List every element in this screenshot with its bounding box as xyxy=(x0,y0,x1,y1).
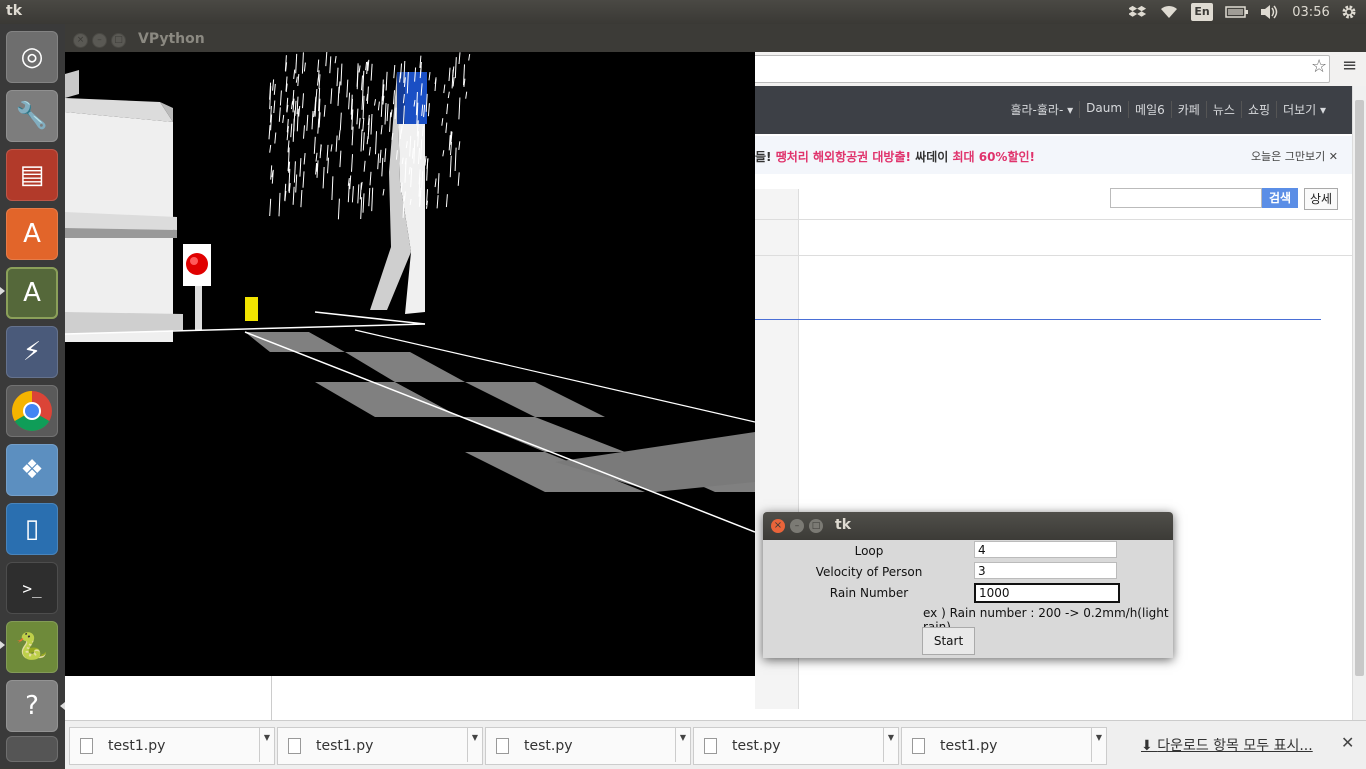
battery-icon[interactable] xyxy=(1224,3,1250,21)
file-icon xyxy=(912,738,925,754)
building-shape xyxy=(65,70,183,342)
detail-search-button[interactable]: 상세 xyxy=(1304,188,1338,210)
file-icon xyxy=(288,738,301,754)
vpython-3d-canvas[interactable] xyxy=(65,52,755,676)
daum-nav-more[interactable]: 더보기 ▾ xyxy=(1276,101,1332,118)
ad-close-button[interactable]: 오늘은 그만보기 ✕ xyxy=(1251,148,1338,164)
file-icon xyxy=(496,738,509,754)
text-editor-icon[interactable]: ▯ xyxy=(6,503,58,555)
bookmark-star-icon[interactable]: ☆ xyxy=(1311,56,1327,77)
download-bar-close-button[interactable]: ✕ xyxy=(1341,733,1354,752)
divider xyxy=(755,319,1321,320)
download-filename: test1.py xyxy=(108,738,166,754)
maximize-icon[interactable]: □ xyxy=(809,519,823,533)
software-center-icon[interactable]: A xyxy=(6,208,58,260)
chevron-down-icon[interactable]: ▼ xyxy=(259,728,274,762)
ad-banner[interactable]: 들! 땡처리 해외항공권 대방출! 싸데이 최대 60%할인! 오늘은 그만보기… xyxy=(755,136,1352,174)
download-filename: test.py xyxy=(732,738,781,754)
download-item[interactable]: test.py ▼ xyxy=(485,727,691,765)
help-icon[interactable]: ? xyxy=(6,680,58,732)
download-item[interactable]: test1.py ▼ xyxy=(277,727,483,765)
download-item[interactable]: test.py ▼ xyxy=(693,727,899,765)
minimize-icon[interactable]: – xyxy=(92,33,107,48)
terminal-icon[interactable]: >_ xyxy=(6,562,58,614)
daum-nav: 훌라-훌라- ▾ Daum 메일6 카페 뉴스 쇼핑 더보기 ▾ xyxy=(1004,101,1332,118)
volume-icon[interactable] xyxy=(1258,3,1280,21)
start-button[interactable]: Start xyxy=(922,627,975,655)
minimize-icon[interactable]: – xyxy=(790,519,804,533)
daum-nav-mail[interactable]: 메일6 xyxy=(1128,101,1171,118)
remote-desktop-icon[interactable]: ⚡ xyxy=(6,326,58,378)
vpython-titlebar: × – □ VPython xyxy=(65,28,755,52)
system-settings-icon[interactable]: 🔧 xyxy=(6,90,58,142)
yellow-block xyxy=(245,297,258,321)
velocity-label: Velocity of Person xyxy=(815,565,923,579)
download-bar: test1.py ▼ test1.py ▼ test.py ▼ test.py … xyxy=(65,720,1366,769)
daum-nav-shopping[interactable]: 쇼핑 xyxy=(1240,101,1276,118)
close-icon[interactable]: × xyxy=(73,33,88,48)
gear-icon[interactable] xyxy=(1338,3,1360,21)
ad-text[interactable]: 들! 땡처리 해외항공권 대방출! 싸데이 최대 60%할인! xyxy=(755,148,1035,165)
rain-number-input[interactable]: 1000 xyxy=(974,583,1120,603)
chevron-down-icon[interactable]: ▼ xyxy=(675,728,690,762)
daum-header: 훌라-훌라- ▾ Daum 메일6 카페 뉴스 쇼핑 더보기 ▾ xyxy=(755,86,1352,134)
download-item[interactable]: test1.py ▼ xyxy=(901,727,1107,765)
vpython-title: VPython xyxy=(138,31,205,47)
top-panel: tk En 03:56 xyxy=(0,0,1366,24)
active-app-title: tk xyxy=(6,3,23,19)
dropbox-icon[interactable]: ❖ xyxy=(6,444,58,496)
page-left-column xyxy=(65,674,272,720)
maximize-icon[interactable]: □ xyxy=(111,33,126,48)
wifi-icon[interactable] xyxy=(1158,3,1180,21)
chevron-down-icon[interactable]: ▼ xyxy=(467,728,482,762)
clock[interactable]: 03:56 xyxy=(1290,3,1332,21)
vertical-scrollbar[interactable] xyxy=(1352,86,1366,720)
chevron-down-icon[interactable]: ▼ xyxy=(883,728,898,762)
daum-nav-cafe[interactable]: 카페 xyxy=(1170,101,1206,118)
launcher: ◎ 🔧 ▤ A A ⚡ ❖ ▯ >_ 🐍 ? xyxy=(0,24,66,768)
chevron-down-icon[interactable]: ▼ xyxy=(1091,728,1106,762)
tk-title: tk xyxy=(835,517,852,533)
daum-nav-daum[interactable]: Daum xyxy=(1079,101,1128,118)
search-input[interactable] xyxy=(1110,188,1262,208)
download-filename: test.py xyxy=(524,738,573,754)
ubuntu-dash-icon[interactable]: ◎ xyxy=(6,31,58,83)
address-bar[interactable] xyxy=(745,55,1330,83)
vpython-window: × – □ VPython xyxy=(65,28,755,676)
menu-icon[interactable]: ≡ xyxy=(1342,55,1357,76)
download-item[interactable]: test1.py ▼ xyxy=(69,727,275,765)
tk-titlebar: × – □ tk xyxy=(763,512,1173,540)
keyboard-layout-indicator[interactable]: En xyxy=(1191,3,1213,21)
tk-dialog: × – □ tk Loop 4 Velocity of Person 3 Rai… xyxy=(763,512,1173,658)
daum-nav-user[interactable]: 훌라-훌라- ▾ xyxy=(1004,101,1079,118)
file-manager-icon[interactable]: ▤ xyxy=(6,149,58,201)
software-updater-icon[interactable]: A xyxy=(6,267,58,319)
trash-icon[interactable] xyxy=(6,736,58,762)
python-idle-icon[interactable]: 🐍 xyxy=(6,621,58,673)
close-icon[interactable]: × xyxy=(771,519,785,533)
divider xyxy=(755,219,1352,220)
loop-input[interactable]: 4 xyxy=(974,541,1117,558)
search-button[interactable]: 검색 xyxy=(1262,188,1298,208)
velocity-input[interactable]: 3 xyxy=(974,562,1117,579)
chrome-icon[interactable] xyxy=(6,385,58,437)
file-icon xyxy=(704,738,717,754)
download-filename: test1.py xyxy=(940,738,998,754)
dropbox-tray-icon[interactable] xyxy=(1128,3,1148,21)
rain-number-label: Rain Number xyxy=(829,586,909,600)
divider xyxy=(755,255,1352,256)
show-all-downloads-link[interactable]: ⬇ 다운로드 항목 모두 표시... xyxy=(1141,735,1313,755)
daum-nav-news[interactable]: 뉴스 xyxy=(1205,101,1241,118)
loop-label: Loop xyxy=(854,544,884,558)
file-icon xyxy=(80,738,93,754)
download-filename: test1.py xyxy=(316,738,374,754)
scrollbar-thumb[interactable] xyxy=(1355,100,1364,676)
